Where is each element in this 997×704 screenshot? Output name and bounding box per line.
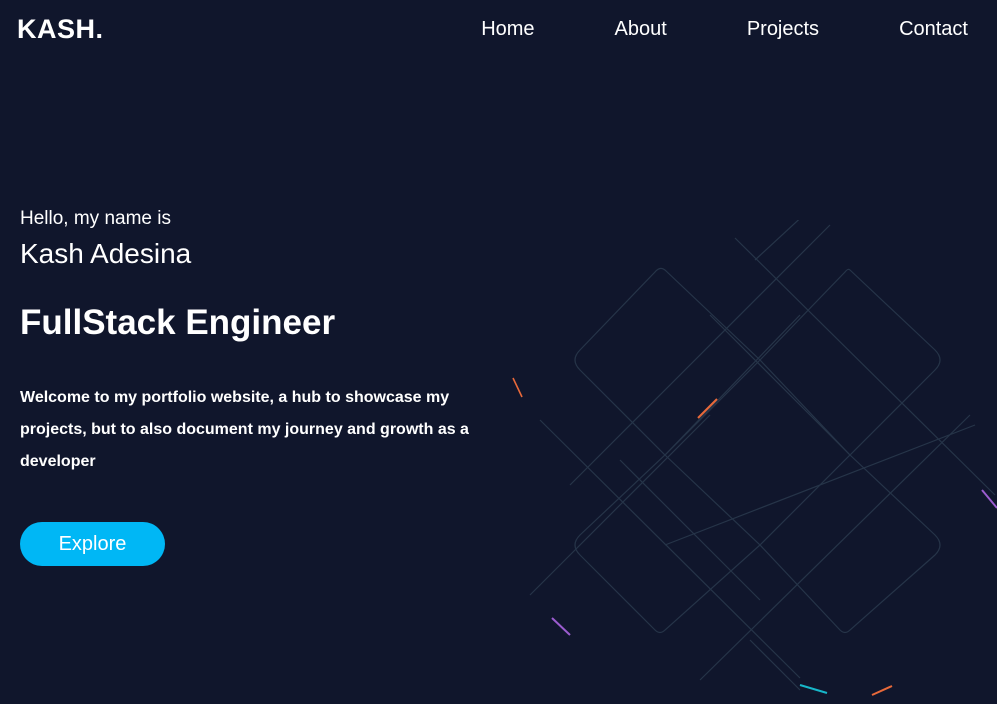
decorative-grid-graphic [512,220,997,696]
explore-button[interactable]: Explore [20,522,165,566]
nav-link-contact[interactable]: Contact [899,18,968,41]
hero-intro: Welcome to my portfolio website, a hub t… [20,389,469,470]
hero-role: FullStack Engineer [20,303,336,342]
hero-name: Kash Adesina [20,238,192,269]
nav-link-about[interactable]: About [615,18,667,41]
portfolio-page: KASH. Home About Projects Contact Hello,… [0,0,997,704]
nav-link-projects[interactable]: Projects [747,18,819,41]
site-logo[interactable]: KASH. [17,14,104,45]
hero-greeting: Hello, my name is [20,208,171,229]
nav-link-home[interactable]: Home [481,18,534,41]
hero-section: Hello, my name is Kash Adesina FullStack… [20,207,490,478]
streak [512,377,523,398]
main-nav: Home About Projects Contact [481,18,968,41]
